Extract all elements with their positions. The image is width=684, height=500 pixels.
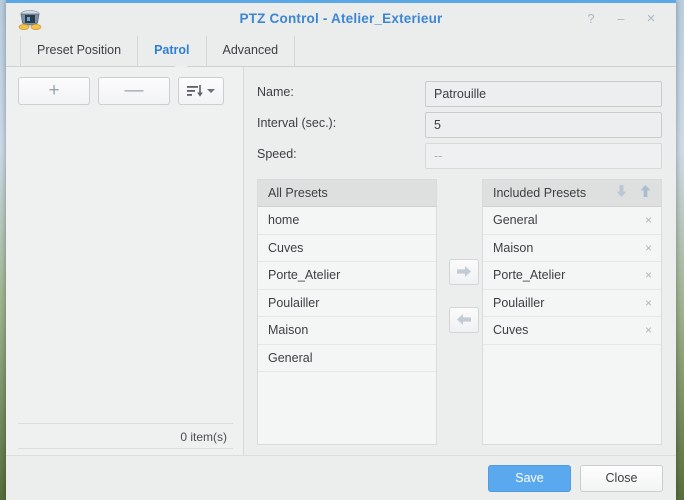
list-item[interactable]: home (258, 207, 436, 235)
save-button[interactable]: Save (488, 465, 571, 492)
list-item[interactable]: Porte_Atelier × (483, 262, 661, 290)
sort-descending-icon (187, 82, 204, 99)
tab-patrol[interactable]: Patrol (138, 36, 207, 66)
close-button[interactable]: Close (580, 465, 663, 492)
help-icon[interactable]: ? (580, 9, 602, 29)
close-icon[interactable]: × (645, 262, 652, 289)
tab-bar: Preset Position Patrol Advanced (6, 36, 676, 66)
sort-button[interactable] (178, 77, 224, 105)
all-presets-header: All Presets (258, 180, 436, 207)
patrol-toolbar: + — (6, 67, 243, 105)
patrol-item-count: 0 item(s) (18, 423, 233, 449)
all-presets-list: All Presets home Cuves Porte_Atelier Pou… (257, 179, 437, 445)
patrol-editor-panel: Name: Patrouille Interval (sec.): 5 Spee… (245, 67, 676, 467)
chevron-down-icon (207, 88, 215, 93)
included-presets-list: Included Presets General × Maison × Porte (482, 179, 662, 445)
included-presets-header: Included Presets (483, 180, 661, 207)
dialog-footer: Save Close (6, 455, 676, 500)
list-item[interactable]: General (258, 344, 436, 372)
add-patrol-button[interactable]: + (18, 77, 90, 105)
interval-select[interactable]: 5 (425, 112, 662, 138)
list-item-label: Porte_Atelier (493, 268, 566, 282)
name-row: Name: Patrouille (257, 81, 662, 107)
list-item[interactable]: Porte_Atelier (258, 262, 436, 290)
arrow-left-icon (456, 311, 472, 328)
tab-advanced[interactable]: Advanced (207, 36, 296, 66)
arrow-right-icon (456, 263, 472, 280)
minimize-icon[interactable]: – (610, 9, 632, 29)
patrol-list-panel: + — 0 item(s) (6, 67, 244, 467)
list-item[interactable]: Poulailler (258, 289, 436, 317)
name-input[interactable]: Patrouille (425, 81, 662, 107)
speed-label: Speed: (257, 147, 297, 161)
list-item-label: Cuves (493, 323, 529, 337)
list-item[interactable]: Maison × (483, 234, 661, 262)
transfer-buttons (449, 259, 485, 355)
close-icon[interactable]: × (645, 290, 652, 317)
list-item[interactable]: Poulailler × (483, 289, 661, 317)
ptz-control-window: PTZ Control - Atelier_Exterieur ? – × Pr… (6, 0, 676, 500)
arrow-down-icon[interactable] (612, 180, 632, 207)
preset-transfer: All Presets home Cuves Porte_Atelier Pou… (257, 179, 662, 445)
remove-preset-button[interactable] (449, 307, 479, 333)
list-item[interactable]: General × (483, 207, 661, 235)
name-label: Name: (257, 85, 294, 99)
included-presets-header-label: Included Presets (493, 186, 587, 200)
reorder-controls (612, 180, 655, 207)
dialog-body: + — 0 item(s) Name: Patrouille Interval (… (6, 60, 676, 467)
list-item[interactable]: Cuves (258, 234, 436, 262)
close-icon[interactable]: × (645, 235, 652, 262)
list-item[interactable]: Cuves × (483, 317, 661, 345)
list-item-label: Poulailler (493, 295, 545, 310)
arrow-up-icon[interactable] (635, 180, 655, 207)
interval-label: Interval (sec.): (257, 116, 337, 130)
speed-select[interactable]: -- (425, 143, 662, 169)
speed-row: Speed: -- (257, 143, 662, 169)
list-item-label: Maison (493, 240, 534, 255)
tab-preset-position[interactable]: Preset Position (20, 36, 139, 66)
add-preset-button[interactable] (449, 259, 479, 285)
window-title: PTZ Control - Atelier_Exterieur (239, 11, 443, 26)
close-icon[interactable]: × (645, 207, 652, 234)
title-bar: PTZ Control - Atelier_Exterieur ? – × (6, 0, 676, 36)
list-item[interactable]: Maison (258, 317, 436, 345)
close-icon[interactable]: × (645, 317, 652, 344)
interval-row: Interval (sec.): 5 (257, 112, 662, 138)
close-icon[interactable]: × (640, 9, 662, 29)
remove-patrol-button[interactable]: — (98, 77, 170, 105)
list-item-label: General (493, 213, 538, 227)
